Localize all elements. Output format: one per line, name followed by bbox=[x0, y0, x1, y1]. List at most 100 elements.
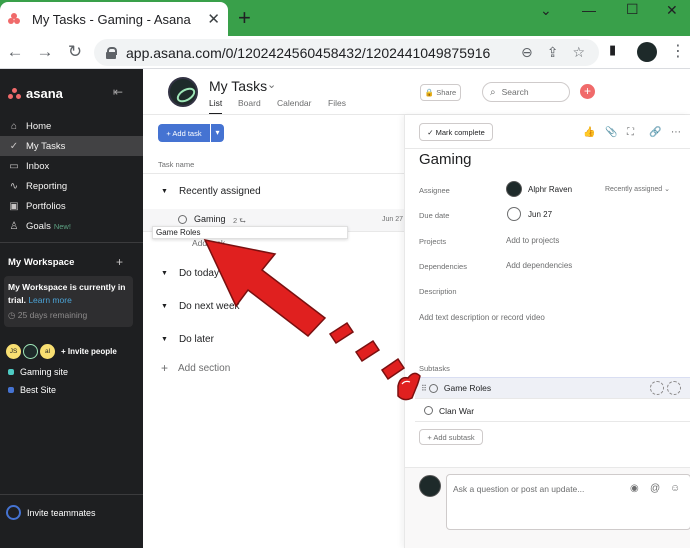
assignee-section-dropdown[interactable]: Recently assigned ⌄ bbox=[605, 185, 670, 193]
close-window-button[interactable]: ✕ bbox=[666, 2, 678, 19]
brand-name: asana bbox=[26, 86, 63, 101]
task-check-icon[interactable] bbox=[178, 215, 187, 224]
asana-logo[interactable]: asana bbox=[8, 86, 63, 101]
member-avatar[interactable] bbox=[23, 344, 38, 359]
url-text[interactable]: app.asana.com/0/1202424560458432/1202441… bbox=[126, 45, 521, 61]
due-date-picker-icon[interactable] bbox=[650, 381, 664, 395]
sidebar-item-label: Inbox bbox=[26, 160, 50, 172]
tab-board[interactable]: Board bbox=[238, 98, 261, 108]
back-button[interactable]: ← bbox=[0, 42, 30, 62]
section-recently-assigned[interactable]: ▼ Recently assigned bbox=[161, 186, 261, 197]
tab-files[interactable]: Files bbox=[328, 98, 346, 108]
mention-icon[interactable]: @ bbox=[650, 483, 660, 494]
assignee-value[interactable]: Alphr Raven bbox=[528, 185, 572, 194]
subtask-row[interactable]: ⠿ Game Roles bbox=[415, 377, 690, 399]
drag-handle-icon[interactable]: ⠿ bbox=[421, 384, 427, 393]
browser-tab[interactable]: My Tasks - Gaming - Asana ✕ bbox=[0, 2, 228, 36]
collapse-triangle-icon[interactable]: ▼ bbox=[161, 336, 168, 343]
add-section-button[interactable]: + Add section bbox=[161, 361, 230, 375]
section-do-later[interactable]: ▼ Do later bbox=[161, 334, 214, 345]
minimize-button[interactable]: — bbox=[582, 2, 596, 18]
tab-calendar[interactable]: Calendar bbox=[277, 98, 312, 108]
more-options-icon[interactable]: ⋯ bbox=[671, 127, 681, 138]
column-header-task-name[interactable]: Task name bbox=[158, 160, 194, 169]
add-task-inline[interactable]: Add task... bbox=[192, 238, 232, 248]
chevron-down-icon[interactable]: ⌄ bbox=[267, 78, 276, 91]
task-title[interactable]: Gaming bbox=[419, 151, 472, 168]
mark-complete-button[interactable]: ✓ Mark complete bbox=[419, 123, 493, 141]
dependencies-label: Dependencies bbox=[419, 262, 467, 271]
collapse-triangle-icon[interactable]: ▼ bbox=[161, 303, 168, 310]
dragged-subtask-ghost[interactable]: Game Roles bbox=[152, 226, 348, 239]
workspace-title[interactable]: My Workspace bbox=[8, 257, 74, 268]
invite-teammates-label: Invite teammates bbox=[27, 507, 96, 518]
section-do-next-week[interactable]: ▼ Do next week bbox=[161, 301, 240, 312]
sidebar-item-home[interactable]: ⌂ Home bbox=[0, 116, 143, 136]
tab-search-icon[interactable]: ⌄ bbox=[540, 2, 552, 19]
subtask-check-icon[interactable] bbox=[428, 383, 438, 393]
subtask-name[interactable]: Game Roles bbox=[444, 383, 491, 393]
share-page-icon[interactable]: ⇪ bbox=[547, 44, 559, 61]
link-icon[interactable]: 🔗 bbox=[649, 127, 661, 138]
profile-avatar[interactable] bbox=[637, 42, 657, 62]
address-bar[interactable]: app.asana.com/0/1202424560458432/1202441… bbox=[94, 39, 599, 66]
maximize-button[interactable]: ☐ bbox=[626, 1, 639, 18]
subtask-check-icon[interactable] bbox=[424, 406, 433, 415]
side-panel-icon[interactable]: ▮ bbox=[609, 42, 616, 58]
like-icon[interactable]: 👍 bbox=[583, 127, 595, 138]
assignee-picker-icon[interactable] bbox=[667, 381, 681, 395]
collapse-triangle-icon[interactable]: ▼ bbox=[161, 188, 168, 195]
learn-more-link[interactable]: Learn more bbox=[28, 295, 71, 305]
sidebar-item-goals[interactable]: ♙ Goals New! bbox=[0, 216, 143, 236]
sidebar-item-my-tasks[interactable]: ✓ My Tasks bbox=[0, 136, 143, 156]
new-tab-button[interactable]: + bbox=[238, 5, 251, 31]
add-subtask-button[interactable]: + Add subtask bbox=[419, 429, 483, 445]
subtask-expand-icon[interactable]: ⛶ bbox=[627, 127, 634, 138]
project-name: Best Site bbox=[20, 385, 57, 395]
member-avatar[interactable]: al bbox=[40, 344, 55, 359]
search-input[interactable]: ⌕ Search bbox=[482, 82, 570, 102]
assignee-avatar[interactable] bbox=[506, 181, 522, 197]
forward-button[interactable]: → bbox=[30, 42, 60, 62]
sidebar-item-portfolios[interactable]: ▣ Portfolios bbox=[0, 196, 143, 216]
task-due-date[interactable]: Jun 27 bbox=[382, 216, 403, 223]
add-section-label: Add section bbox=[178, 362, 231, 374]
browser-menu-icon[interactable]: ⋮ bbox=[670, 41, 686, 61]
member-avatar[interactable]: JS bbox=[6, 344, 21, 359]
invite-people-button[interactable]: + Invite people bbox=[61, 347, 117, 356]
search-icon: ⌕ bbox=[490, 86, 496, 98]
sidebar-project-gaming-site[interactable]: Gaming site bbox=[8, 367, 68, 377]
sidebar-item-reporting[interactable]: ∿ Reporting bbox=[0, 176, 143, 196]
subtask-row[interactable]: Clan War bbox=[415, 400, 690, 422]
add-dependencies-button[interactable]: Add dependencies bbox=[506, 261, 572, 270]
invite-teammates-button[interactable]: Invite teammates bbox=[6, 505, 96, 520]
add-workspace-item-button[interactable]: + bbox=[116, 255, 123, 269]
add-to-projects-button[interactable]: Add to projects bbox=[506, 236, 559, 245]
task-name[interactable]: Gaming bbox=[194, 214, 226, 224]
add-task-dropdown[interactable]: ▾ bbox=[211, 124, 224, 142]
section-do-today[interactable]: ▼ Do today bbox=[161, 268, 219, 279]
subtask-name[interactable]: Clan War bbox=[439, 406, 474, 416]
tab-close-icon[interactable]: ✕ bbox=[207, 10, 220, 28]
emoji-icon[interactable]: ☺ bbox=[670, 483, 680, 494]
comment-input[interactable]: Ask a question or post an update... ◉ @ … bbox=[446, 474, 690, 530]
collapse-triangle-icon[interactable]: ▼ bbox=[161, 270, 168, 277]
due-date-value[interactable]: Jun 27 bbox=[528, 210, 552, 219]
section-title: Recently assigned bbox=[178, 186, 261, 197]
tab-list[interactable]: List bbox=[209, 98, 223, 115]
sidebar-item-inbox[interactable]: ▭ Inbox bbox=[0, 156, 143, 176]
collapse-sidebar-icon[interactable]: ⇤ bbox=[113, 85, 123, 99]
bookmark-star-icon[interactable]: ☆ bbox=[572, 44, 585, 61]
attachment-icon[interactable]: 📎 bbox=[605, 127, 617, 138]
quick-add-button[interactable]: + bbox=[580, 84, 595, 99]
zoom-icon[interactable]: ⊖ bbox=[521, 44, 533, 61]
reload-button[interactable]: ↻ bbox=[60, 42, 90, 62]
projects-label: Projects bbox=[419, 237, 447, 246]
share-button[interactable]: 🔒 Share bbox=[420, 84, 461, 101]
calendar-icon[interactable] bbox=[507, 207, 521, 221]
record-icon[interactable]: ◉ bbox=[630, 483, 639, 494]
description-input[interactable]: Add text description or record video bbox=[419, 313, 545, 322]
add-task-button[interactable]: + Add task bbox=[158, 124, 210, 142]
sidebar-item-label: Home bbox=[26, 120, 52, 132]
sidebar-project-best-site[interactable]: Best Site bbox=[8, 385, 56, 395]
